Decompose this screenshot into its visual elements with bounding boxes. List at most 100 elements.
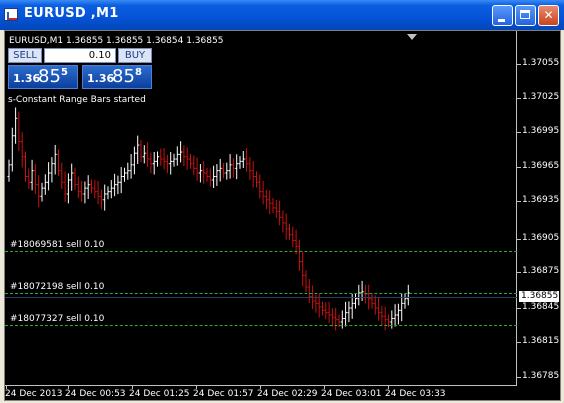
price-bar: [96, 180, 100, 205]
price-bar: [284, 213, 288, 240]
buy-button[interactable]: BUY: [118, 48, 152, 63]
price-bar: [324, 302, 328, 320]
price-tick: [517, 167, 521, 168]
price-bar: [383, 306, 387, 331]
indicator-status-text: s-Constant Range Bars started: [8, 95, 146, 105]
time-tick-label: 24 Dec 02:29: [257, 389, 318, 399]
price-tick: [517, 377, 521, 378]
price-bar: [57, 149, 60, 176]
price-bar: [103, 184, 107, 211]
price-bar: [159, 148, 163, 166]
price-bar: [175, 146, 179, 166]
price-bar: [162, 148, 166, 170]
plot-area[interactable]: EURUSD,M1 1.36855 1.36855 1.36854 1.3685…: [5, 31, 517, 386]
ask-price-pips: 85: [112, 66, 135, 87]
price-bar: [63, 171, 67, 202]
price-bar: [129, 154, 133, 179]
price-bar: [347, 301, 351, 323]
time-tick-label: 24 Dec 00:53: [65, 389, 126, 399]
price-bar: [373, 295, 377, 315]
price-bar: [264, 189, 268, 210]
price-bar: [20, 132, 24, 168]
order-label: #18077327 sell 0.10: [10, 314, 105, 324]
order-line[interactable]: [5, 325, 517, 326]
chart-caption: EURUSD,M1 1.36855 1.36855 1.36854 1.3685…: [9, 36, 224, 46]
price-bar: [70, 163, 74, 191]
price-bar: [198, 164, 202, 183]
price-bar: [33, 164, 37, 195]
price-bar: [185, 147, 189, 170]
chart-area[interactable]: EURUSD,M1 1.36855 1.36855 1.36854 1.3685…: [4, 30, 561, 401]
price-bar: [321, 301, 324, 316]
maximize-button[interactable]: [515, 5, 536, 26]
price-bar: [363, 285, 367, 304]
price-bar: [354, 293, 357, 309]
price-bar: [109, 180, 113, 199]
shift-marker-icon[interactable]: [407, 34, 417, 40]
price-bar: [393, 304, 397, 327]
price-tick: [517, 239, 521, 240]
price-bar: [182, 145, 186, 167]
price-bar: [225, 162, 229, 180]
price-bar: [235, 154, 239, 180]
lot-size-input[interactable]: 0.10: [44, 48, 116, 63]
price-bar: [281, 210, 285, 233]
price-bar: [83, 181, 87, 204]
close-button[interactable]: ✕: [538, 5, 559, 26]
time-tick-label: 24 Dec 03:01: [321, 389, 382, 399]
price-bar: [189, 153, 192, 169]
price-bar: [142, 145, 146, 164]
price-bar: [37, 175, 41, 208]
price-bar: [106, 186, 110, 200]
price-tick: [517, 132, 521, 133]
price-bar: [93, 180, 97, 199]
time-tick-label: 24 Dec 01:25: [129, 389, 190, 399]
price-bar: [53, 144, 57, 175]
price-bar: [50, 157, 54, 183]
price-bar: [27, 168, 31, 189]
price-bar: [261, 180, 265, 205]
window-titlebar[interactable]: EURUSD ,M1 ✕: [0, 0, 564, 30]
price-bar: [334, 307, 338, 331]
price-bar: [255, 171, 258, 188]
order-line[interactable]: [5, 251, 517, 252]
price-tick: [517, 64, 521, 65]
price-bar: [119, 167, 123, 194]
time-tick-label: 24 Dec 01:57: [193, 389, 254, 399]
order-line[interactable]: [5, 293, 517, 294]
ask-price-box[interactable]: 1.36 85 8: [82, 65, 152, 89]
price-bar: [245, 148, 249, 172]
price-bar: [344, 301, 348, 327]
price-bar: [76, 176, 80, 199]
bid-price-prefix: 1.36: [13, 72, 41, 85]
price-bar: [327, 301, 331, 324]
price-bar: [403, 293, 407, 309]
price-tick-label: 1.36935: [522, 195, 560, 205]
current-price-marker: 1.36855: [519, 291, 559, 302]
price-bar: [400, 293, 404, 322]
price-bar: [132, 146, 136, 175]
price-bar: [126, 162, 130, 180]
minimize-button[interactable]: [492, 5, 513, 26]
price-bar: [258, 174, 262, 199]
bid-price-box[interactable]: 1.36 85 5: [8, 65, 78, 89]
ask-price-prefix: 1.36: [87, 72, 115, 85]
price-bar: [406, 284, 410, 306]
price-bar: [156, 151, 159, 167]
price-bar: [10, 127, 14, 172]
price-bar: [7, 159, 11, 182]
price-tick: [517, 201, 521, 202]
price-bar: [301, 252, 305, 287]
price-bar: [146, 142, 150, 168]
price-bar: [172, 153, 176, 167]
order-label: #18072198 sell 0.10: [10, 282, 105, 292]
price-bar: [238, 156, 242, 169]
price-bar: [222, 163, 225, 179]
order-label: #18069581 sell 0.10: [10, 240, 105, 250]
price-bar: [228, 154, 232, 179]
sell-button[interactable]: SELL: [8, 48, 42, 63]
price-bar: [139, 139, 143, 162]
current-price-line: [5, 297, 517, 298]
price-tick-label: 1.36995: [522, 126, 560, 136]
bid-price-fraction: 5: [61, 67, 68, 78]
